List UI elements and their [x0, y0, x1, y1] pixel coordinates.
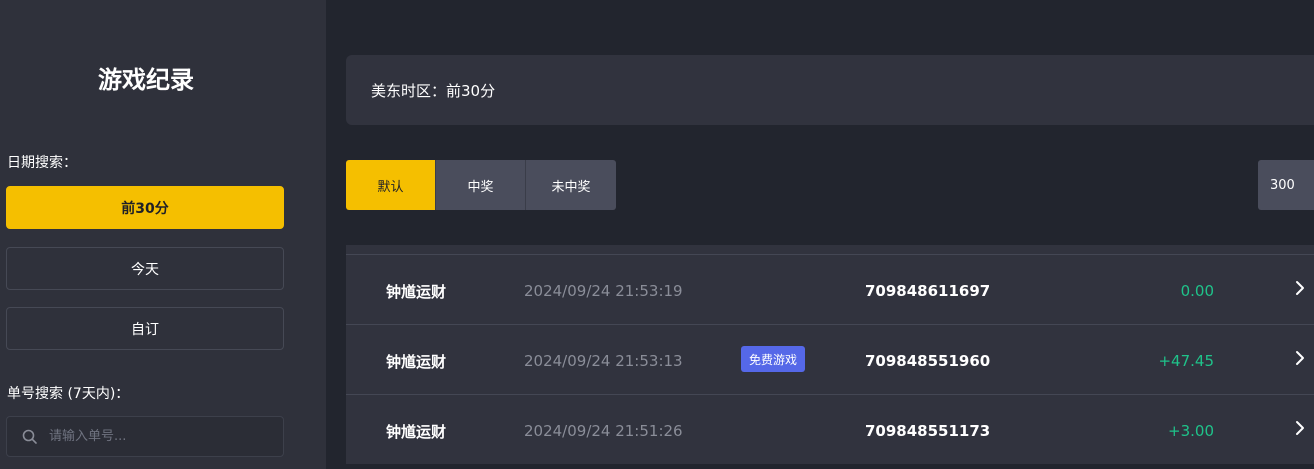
- record-time: 2024/09/24 21:53:19: [524, 282, 683, 300]
- record-time: 2024/09/24 21:51:26: [524, 422, 683, 440]
- record-row[interactable]: 钟馗运财 2024/09/24 21:51:26 709848551173 +3…: [346, 394, 1314, 464]
- page-size-select[interactable]: 300: [1258, 160, 1314, 210]
- record-order-id: 709848551173: [865, 422, 991, 440]
- order-search-input[interactable]: [47, 428, 271, 445]
- record-row[interactable]: 钟馗运财 2024/09/24 21:53:13 免费游戏 7098485519…: [346, 324, 1314, 394]
- chevron-right-icon[interactable]: [1294, 419, 1306, 437]
- date-search-label: 日期搜索：: [7, 155, 77, 171]
- chevron-right-icon[interactable]: [1294, 279, 1306, 297]
- chevron-right-icon[interactable]: [1294, 349, 1306, 367]
- free-game-badge: 免费游戏: [741, 346, 806, 372]
- record-order-id: 709848551960: [865, 352, 991, 370]
- order-search-box[interactable]: [6, 416, 284, 457]
- records-list-header: [346, 245, 1314, 254]
- date-option-today-button[interactable]: 今天: [6, 247, 284, 290]
- record-amount: +3.00: [1168, 422, 1214, 440]
- record-game-name: 钟馗运财: [386, 353, 447, 371]
- record-game-name: 钟馗运财: [386, 423, 447, 441]
- order-search-label: 单号搜索 (7天内)：: [7, 386, 130, 402]
- timezone-text: 美东时区：前30分: [371, 81, 496, 100]
- sidebar: 游戏纪录 日期搜索： 前30分 今天 自订 单号搜索 (7天内)：: [0, 0, 326, 469]
- record-row[interactable]: 钟馗运财 2024/09/24 21:53:19 709848611697 0.…: [346, 254, 1314, 324]
- filter-default-button[interactable]: 默认: [346, 160, 436, 210]
- search-icon: [22, 429, 37, 444]
- record-amount: 0.00: [1180, 282, 1214, 300]
- record-order-id: 709848611697: [865, 282, 991, 300]
- timezone-bar: 美东时区：前30分: [346, 55, 1314, 125]
- result-filter-group: 默认 中奖 未中奖: [346, 160, 616, 210]
- record-game-name: 钟馗运财: [386, 283, 447, 301]
- date-option-last-30-min-button[interactable]: 前30分: [6, 186, 284, 229]
- page-title: 游戏纪录: [98, 66, 194, 94]
- date-option-custom-button[interactable]: 自订: [6, 307, 284, 350]
- filter-won-button[interactable]: 中奖: [436, 160, 526, 210]
- filter-not-won-button[interactable]: 未中奖: [526, 160, 616, 210]
- record-amount: +47.45: [1158, 352, 1214, 370]
- record-time: 2024/09/24 21:53:13: [524, 352, 683, 370]
